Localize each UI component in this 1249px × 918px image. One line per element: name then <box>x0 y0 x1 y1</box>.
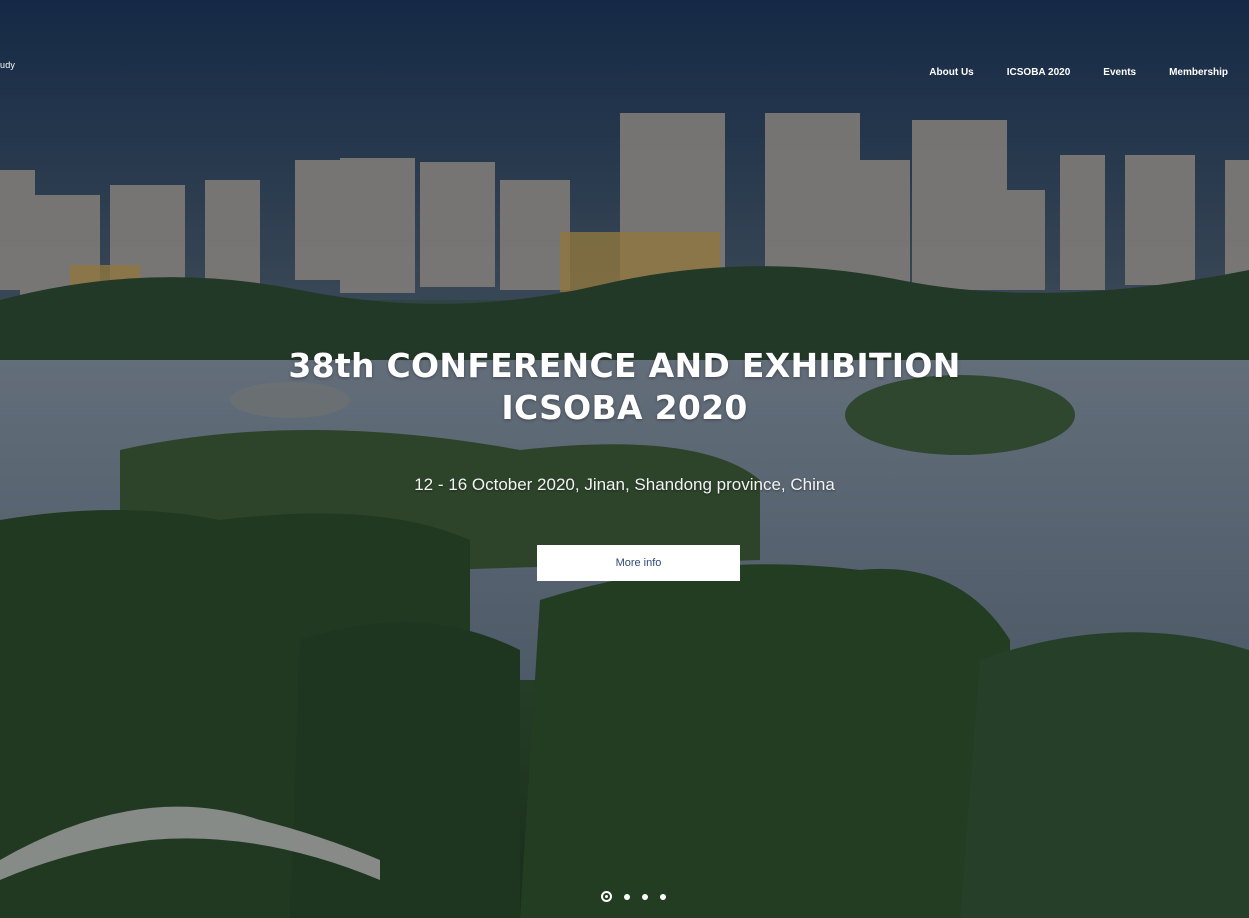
nav-membership[interactable]: Membership <box>1169 67 1228 78</box>
nav-icsoba-2020[interactable]: ICSOBA 2020 <box>1007 67 1071 78</box>
main-navigation: About Us ICSOBA 2020 Events Membership <box>929 67 1228 78</box>
carousel-dot-icon[interactable] <box>660 893 666 900</box>
hero-slider: udy About Us ICSOBA 2020 Events Membersh… <box>0 0 1249 918</box>
carousel-dot-icon[interactable] <box>624 893 630 900</box>
nav-about-us[interactable]: About Us <box>929 67 973 78</box>
hero-title-line-1: 38th CONFERENCE AND EXHIBITION <box>288 346 961 385</box>
hero-title-line-2: ICSOBA 2020 <box>501 388 748 427</box>
more-info-button[interactable]: More info <box>537 545 740 581</box>
hero-caption: 38th CONFERENCE AND EXHIBITION ICSOBA 20… <box>0 345 1249 495</box>
nav-events[interactable]: Events <box>1103 67 1136 78</box>
carousel-dot-icon[interactable] <box>601 891 612 902</box>
site-brand-fragment[interactable]: udy <box>0 60 15 70</box>
carousel-dot-icon[interactable] <box>642 893 648 900</box>
carousel-indicators <box>601 891 666 902</box>
hero-subtitle: 12 - 16 October 2020, Jinan, Shandong pr… <box>414 475 835 494</box>
